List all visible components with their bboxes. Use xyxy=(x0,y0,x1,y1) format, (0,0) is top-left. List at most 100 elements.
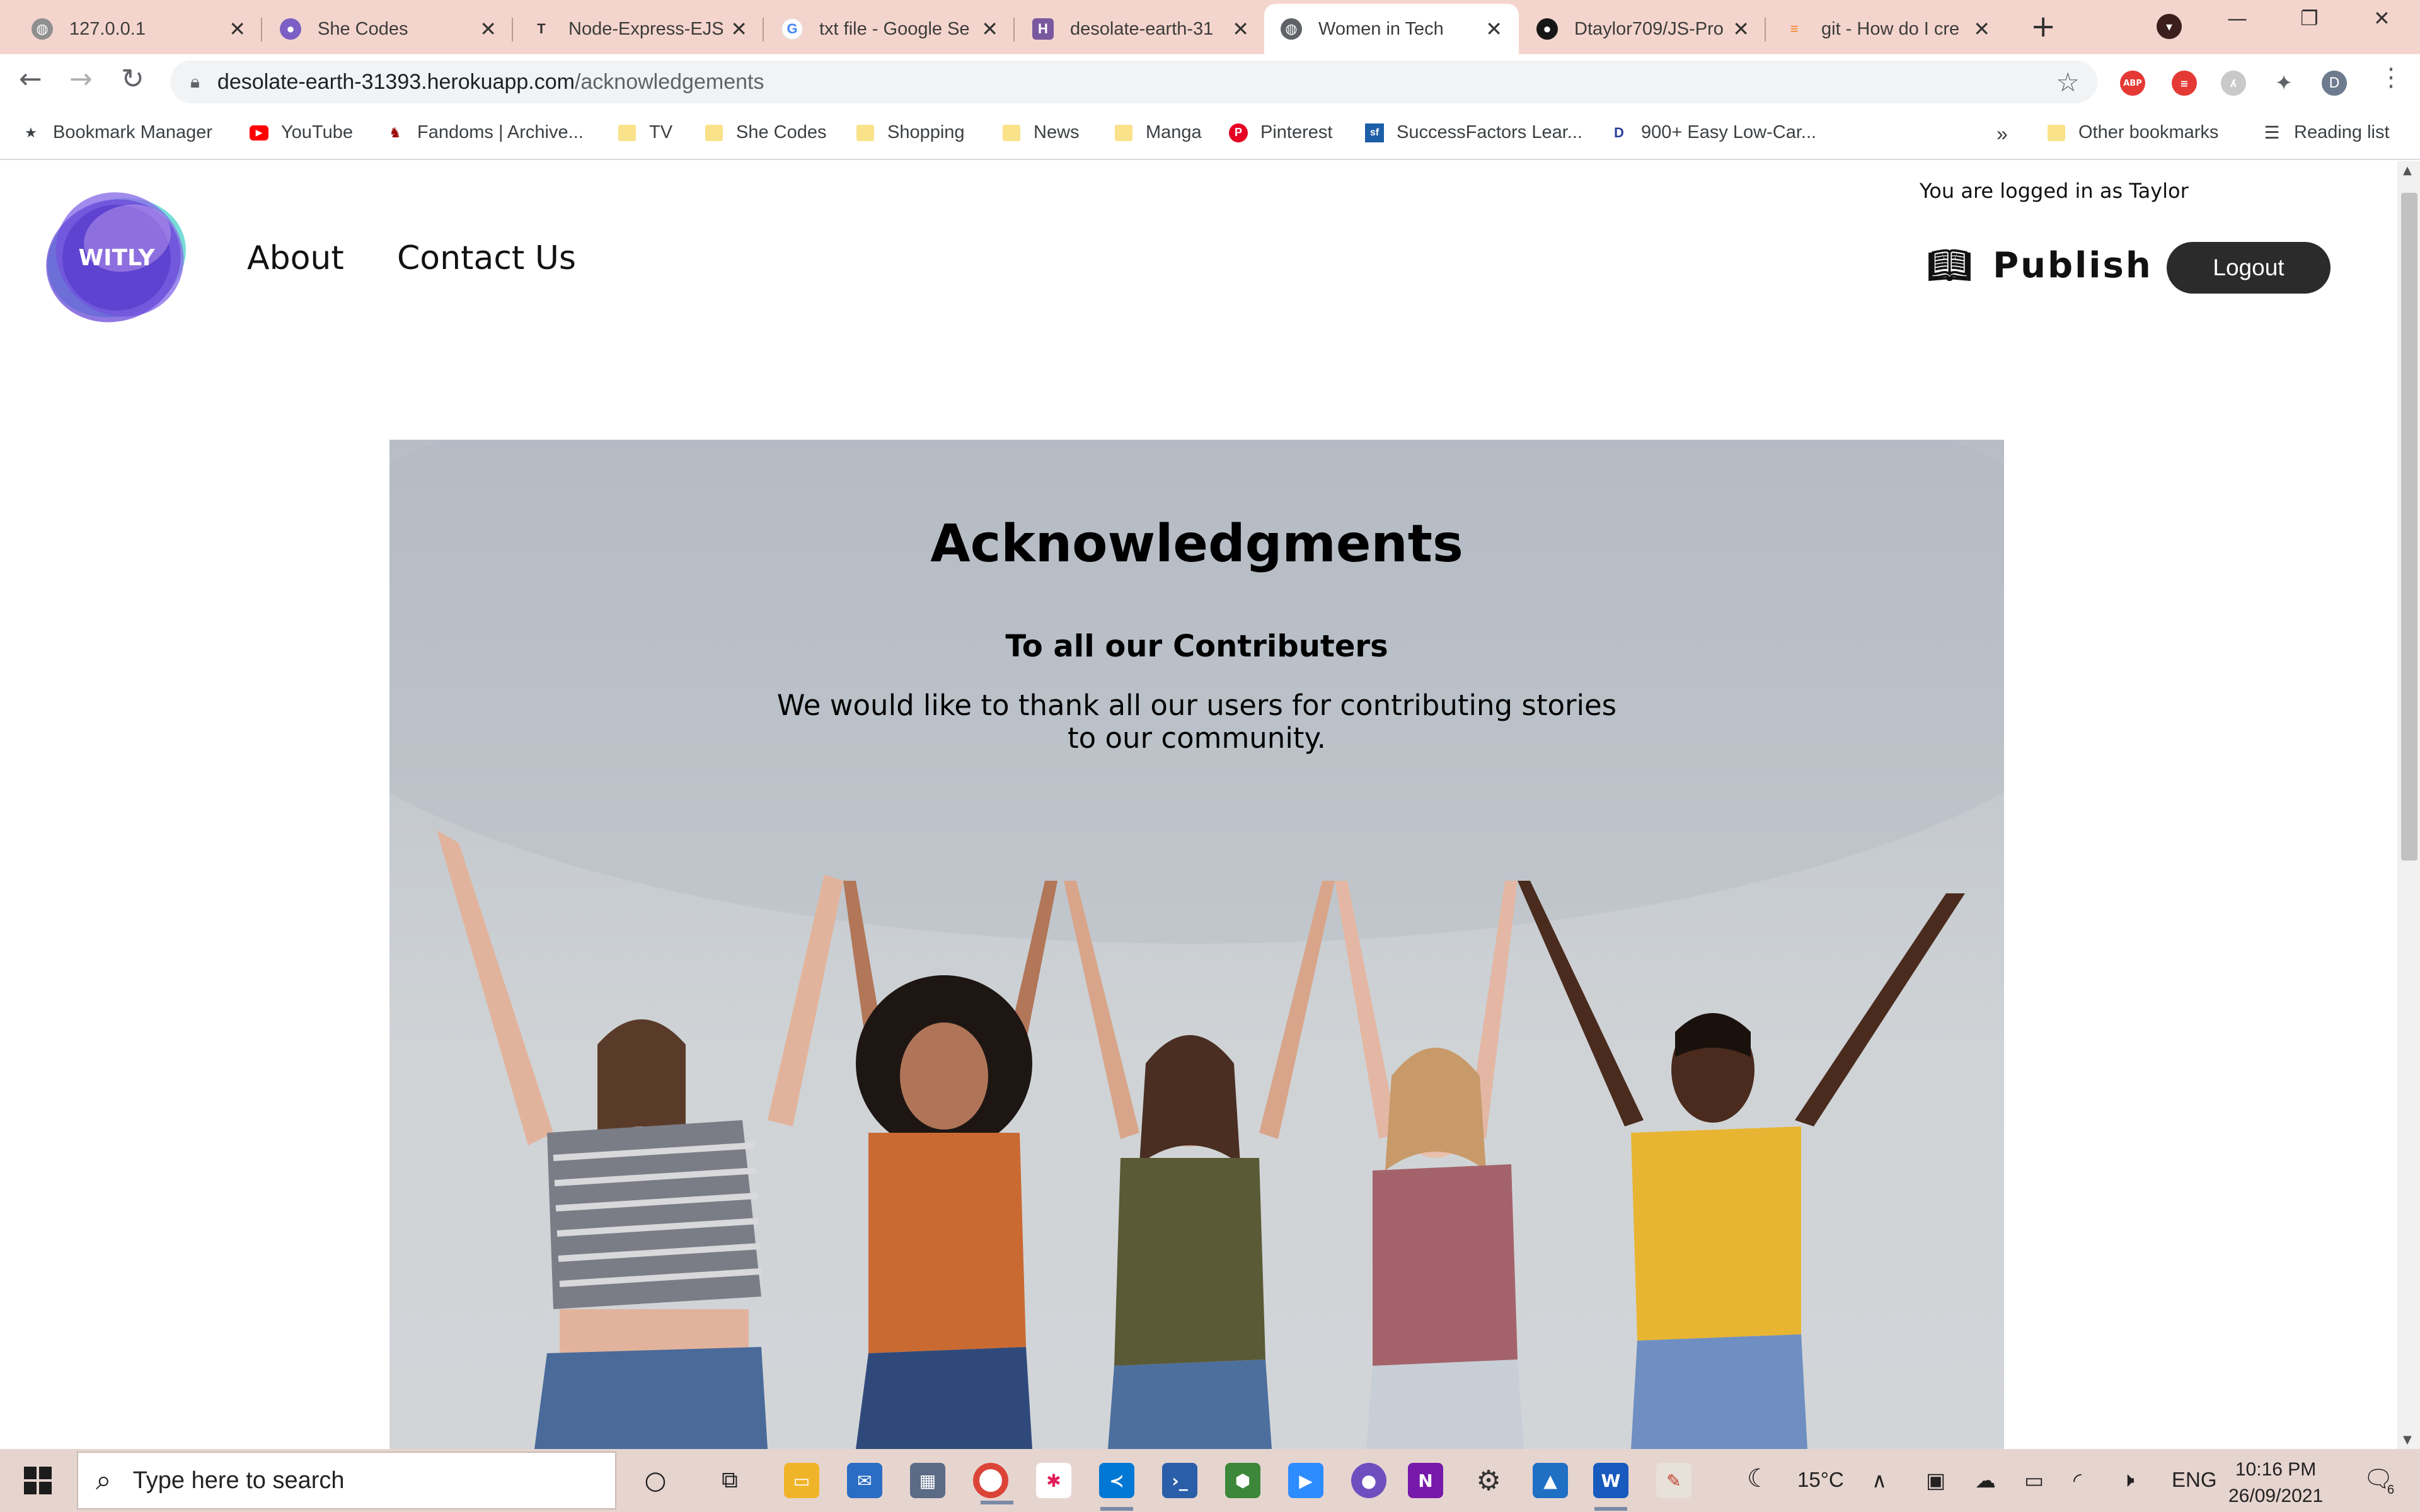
close-icon[interactable]: ✕ xyxy=(1485,17,1502,41)
github-desktop-icon[interactable]: ● xyxy=(1351,1463,1386,1498)
close-icon[interactable]: ✕ xyxy=(1232,17,1249,41)
restore-icon[interactable]: ❐ xyxy=(2300,6,2319,30)
tab-strip: ◍ 127.0.0.1 ✕ ● She Codes ✕ T Node-Expre… xyxy=(0,0,2420,54)
file-explorer-icon[interactable]: ▭ xyxy=(784,1463,819,1498)
scroll-down-icon[interactable]: ▼ xyxy=(2403,1433,2412,1446)
tab-google-search[interactable]: G txt file - Google Se ✕ xyxy=(765,4,1015,54)
tab-github[interactable]: ● Dtaylor709/JS-Pro ✕ xyxy=(1520,4,1766,54)
address-bar[interactable]: 🔒︎ desolate-earth-31393.herokuapp.com/ac… xyxy=(170,60,2097,103)
extension-icon-grey[interactable]: ʎ xyxy=(2221,71,2246,96)
new-tab-button[interactable]: + xyxy=(2031,9,2056,44)
meet-now-icon[interactable]: ▣ xyxy=(1926,1468,1945,1492)
close-icon[interactable]: ✕ xyxy=(1732,17,1749,41)
system-clock[interactable]: 10:16 PM 26/09/2021 xyxy=(2228,1457,2323,1509)
publish-link[interactable]: 📖︎ Publish xyxy=(1927,244,2153,287)
weather-temperature[interactable]: 15°C xyxy=(1797,1468,1844,1492)
battery-icon[interactable]: ▭ xyxy=(2024,1468,2044,1492)
bookmark-label: Fandoms | Archive... xyxy=(417,122,584,142)
tab-title: desolate-earth-31 xyxy=(1070,18,1214,39)
cortana-icon[interactable]: ○ xyxy=(638,1463,673,1498)
onenote-icon[interactable]: N xyxy=(1408,1463,1443,1498)
forward-icon[interactable]: → xyxy=(69,63,93,95)
tab-heroku[interactable]: H desolate-earth-31 ✕ xyxy=(1016,4,1265,54)
zoom-icon[interactable]: ▶ xyxy=(1288,1463,1323,1498)
language-indicator[interactable]: ENG xyxy=(2172,1468,2217,1492)
bookmark-label: Shopping xyxy=(887,122,965,142)
adblock-plus-icon[interactable]: ABP xyxy=(2120,71,2145,96)
photos-icon[interactable]: ▲ xyxy=(1533,1463,1568,1498)
bookmark-label: Reading list xyxy=(2294,122,2390,142)
mail-icon[interactable]: ✉ xyxy=(847,1463,882,1498)
windows-start-icon[interactable] xyxy=(24,1467,52,1494)
bookmark-item[interactable]: ★ Bookmark Manager xyxy=(21,122,212,143)
close-icon[interactable]: ✕ xyxy=(480,17,497,41)
kebab-menu-icon[interactable]: ⋮ xyxy=(2378,63,2404,92)
bookmark-folder[interactable]: TV xyxy=(618,122,672,143)
other-bookmarks-folder[interactable]: Other bookmarks xyxy=(2047,122,2218,143)
bookmark-item[interactable]: sf SuccessFactors Lear... xyxy=(1365,122,1582,143)
scroll-thumb[interactable] xyxy=(2401,193,2417,861)
hero-banner: Acknowledgments To all our Contributers … xyxy=(389,440,2004,1449)
nav-about[interactable]: About xyxy=(247,239,344,277)
lastpass-icon[interactable]: ≡ xyxy=(2172,71,2197,96)
taskbar-search-input[interactable]: ⌕ Type here to search xyxy=(77,1452,616,1509)
reload-icon[interactable]: ↻ xyxy=(121,63,144,95)
nav-contact-us[interactable]: Contact Us xyxy=(397,239,576,277)
reading-list-button[interactable]: ☰ Reading list xyxy=(2262,122,2390,143)
bookmark-item[interactable]: P Pinterest xyxy=(1229,122,1332,143)
bookmark-label: SuccessFactors Lear... xyxy=(1397,122,1582,142)
close-icon[interactable]: ✕ xyxy=(229,17,246,41)
close-icon[interactable]: ✕ xyxy=(1973,17,1990,41)
ao3-icon: ♞ xyxy=(389,124,401,140)
bookmark-folder[interactable]: News xyxy=(1002,122,1080,143)
tab-search-icon[interactable]: ▾ xyxy=(2157,14,2182,39)
bookmark-folder[interactable]: She Codes xyxy=(705,122,827,143)
tab-node-express[interactable]: T Node-Express-EJS ✕ xyxy=(514,4,764,54)
profile-avatar[interactable]: D xyxy=(2322,71,2347,96)
calculator-icon[interactable]: ▦ xyxy=(910,1463,945,1498)
bookmark-star-icon[interactable]: ☆ xyxy=(2056,67,2080,98)
weather-moon-icon[interactable]: ☾ xyxy=(1747,1464,1770,1493)
bookmark-label: News xyxy=(1034,122,1080,142)
bookmark-item[interactable]: ♞ Fandoms | Archive... xyxy=(386,122,584,143)
settings-gear-icon[interactable]: ⚙ xyxy=(1471,1463,1506,1498)
bookmark-label: Bookmark Manager xyxy=(53,122,213,142)
bookmark-item[interactable]: ▶ YouTube xyxy=(250,122,353,143)
back-icon[interactable]: ← xyxy=(19,63,42,95)
extensions-puzzle-icon[interactable]: ✦ xyxy=(2271,71,2296,96)
close-icon[interactable]: ✕ xyxy=(730,17,747,41)
bookmark-item[interactable]: D 900+ Easy Low-Car... xyxy=(1610,122,1816,143)
page-scrollbar[interactable]: ▲ ▼ xyxy=(2397,161,2420,1449)
witly-logo[interactable]: WITLY xyxy=(39,180,194,335)
tab-stackoverflow[interactable]: ≡ git - How do I cre ✕ xyxy=(1767,4,2007,54)
powershell-icon[interactable]: ›_ xyxy=(1162,1463,1197,1498)
slack-icon[interactable]: ✱ xyxy=(1036,1463,1071,1498)
wifi-icon[interactable]: ◜ xyxy=(2073,1468,2082,1492)
tab-women-in-tech[interactable]: ◍ Women in Tech ✕ xyxy=(1264,4,1519,54)
nodejs-icon[interactable]: ⬢ xyxy=(1225,1463,1260,1498)
onedrive-icon[interactable]: ☁ xyxy=(1975,1468,1996,1492)
scroll-up-icon[interactable]: ▲ xyxy=(2403,164,2412,177)
bookmark-folder[interactable]: Shopping xyxy=(856,122,965,143)
bookmark-folder[interactable]: Manga xyxy=(1114,122,1202,143)
logout-button[interactable]: Logout xyxy=(2167,242,2331,294)
url-path: /acknowledgements xyxy=(574,69,764,94)
vscode-icon[interactable]: ≺ xyxy=(1099,1463,1134,1511)
star-icon: ★ xyxy=(25,124,37,140)
window-close-icon[interactable]: ✕ xyxy=(2373,6,2390,30)
youtube-icon: ▶ xyxy=(250,125,268,140)
tab-127[interactable]: ◍ 127.0.0.1 ✕ xyxy=(15,4,262,54)
tab-she-codes[interactable]: ● She Codes ✕ xyxy=(263,4,513,54)
volume-icon[interactable]: 🕨︎ xyxy=(2121,1468,2135,1492)
close-icon[interactable]: ✕ xyxy=(981,17,998,41)
person-2 xyxy=(843,881,1057,1449)
task-view-icon[interactable]: ⧉ xyxy=(712,1463,747,1498)
word-icon[interactable]: W xyxy=(1593,1463,1628,1511)
tray-chevron-icon[interactable]: ∧ xyxy=(1872,1468,1887,1492)
paint-icon[interactable]: ✎ xyxy=(1656,1463,1691,1498)
bookmarks-overflow-button[interactable]: » xyxy=(1997,122,2008,146)
minimize-icon[interactable]: — xyxy=(2227,6,2247,30)
windows-taskbar: ⌕ Type here to search ○ ⧉ ▭ ✉ ▦ ✱ ≺ ›_ ⬢… xyxy=(0,1449,2420,1512)
chrome-icon[interactable] xyxy=(973,1463,1013,1504)
reading-list-icon: ☰ xyxy=(2264,123,2280,142)
